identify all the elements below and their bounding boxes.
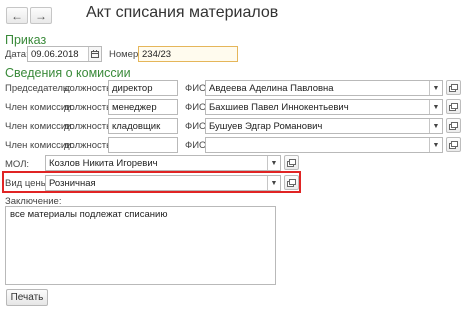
open-form-icon[interactable] bbox=[446, 80, 461, 95]
chevron-down-icon[interactable]: ▼ bbox=[429, 119, 442, 133]
chevron-down-icon[interactable]: ▼ bbox=[267, 176, 280, 190]
price-type-value: Розничная bbox=[49, 178, 96, 189]
member-fio-value: Авдеева Аделина Павловна bbox=[209, 83, 334, 94]
chevron-down-icon[interactable]: ▼ bbox=[429, 81, 442, 95]
date-label: Дата: bbox=[5, 49, 29, 60]
member-position-field[interactable]: кладовщик bbox=[108, 118, 178, 134]
position-label: должность: bbox=[64, 121, 114, 132]
chevron-down-icon[interactable]: ▼ bbox=[267, 156, 280, 170]
commission-section-heading: Сведения о комиссии bbox=[5, 66, 131, 80]
position-label: должность: bbox=[64, 140, 114, 151]
number-field[interactable]: 234/23 bbox=[138, 46, 238, 62]
date-value: 09.06.2018 bbox=[31, 49, 79, 60]
member-fio-select[interactable]: Бахшиев Павел Иннокентьевич ▼ bbox=[205, 99, 443, 115]
arrow-left-icon: ← bbox=[11, 8, 23, 23]
member-position-field[interactable]: директор bbox=[108, 80, 178, 96]
open-form-icon[interactable] bbox=[446, 99, 461, 114]
position-label: должность: bbox=[64, 102, 114, 113]
date-field[interactable]: 09.06.2018 bbox=[27, 46, 102, 62]
price-type-select[interactable]: Розничная ▼ bbox=[45, 175, 281, 191]
mol-value: Козлов Никита Игоревич bbox=[49, 158, 158, 169]
print-button[interactable]: Печать bbox=[6, 289, 48, 306]
member-role-label: Председатель: bbox=[5, 83, 71, 94]
chevron-down-icon[interactable]: ▼ bbox=[429, 138, 442, 152]
member-position-field[interactable]: менеджер bbox=[108, 99, 178, 115]
calendar-icon[interactable] bbox=[88, 47, 101, 61]
member-position-field[interactable] bbox=[108, 137, 178, 153]
arrow-right-icon: → bbox=[35, 8, 47, 23]
mol-label: МОЛ: bbox=[5, 159, 30, 170]
number-label: Номер: bbox=[109, 49, 141, 60]
member-fio-select[interactable]: Бушуев Эдгар Романович ▼ bbox=[205, 118, 443, 134]
member-fio-select[interactable]: ▼ bbox=[205, 137, 443, 153]
open-form-icon[interactable] bbox=[284, 175, 299, 190]
member-fio-select[interactable]: Авдеева Аделина Павловна ▼ bbox=[205, 80, 443, 96]
back-button[interactable]: ← bbox=[6, 7, 28, 24]
forward-button[interactable]: → bbox=[30, 7, 52, 24]
open-form-icon[interactable] bbox=[284, 155, 299, 170]
price-type-label: Вид цены: bbox=[5, 178, 51, 189]
position-label: должность: bbox=[64, 83, 114, 94]
page-title: Акт списания материалов bbox=[86, 4, 279, 21]
order-section-heading: Приказ bbox=[5, 33, 47, 47]
member-fio-value: Бушуев Эдгар Романович bbox=[209, 121, 323, 132]
mol-select[interactable]: Козлов Никита Игоревич ▼ bbox=[45, 155, 281, 171]
open-form-icon[interactable] bbox=[446, 118, 461, 133]
member-fio-value: Бахшиев Павел Иннокентьевич bbox=[209, 102, 349, 113]
chevron-down-icon[interactable]: ▼ bbox=[429, 100, 442, 114]
conclusion-textarea[interactable]: все материалы подлежат списанию bbox=[5, 206, 276, 285]
open-form-icon[interactable] bbox=[446, 137, 461, 152]
